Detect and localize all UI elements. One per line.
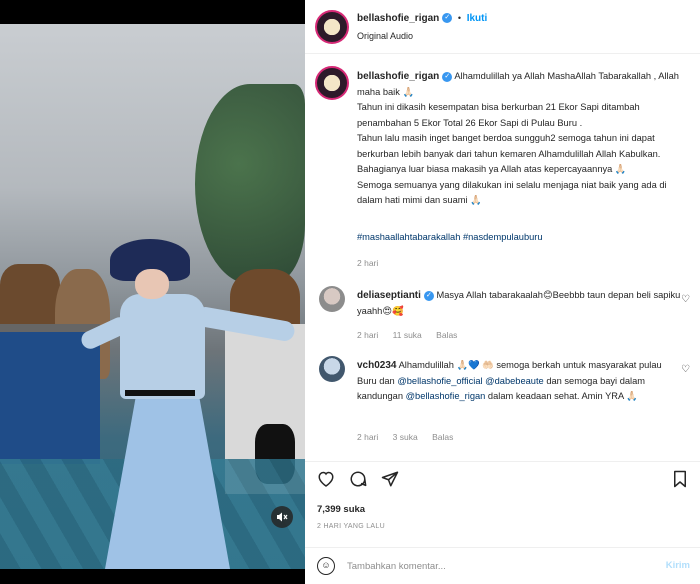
verified-badge-icon: ✓ <box>423 290 434 301</box>
post-actions: 7,399 suka 2 HARI YANG LALU <box>305 461 700 541</box>
commenter-avatar[interactable] <box>319 356 345 382</box>
comment-time[interactable]: 2 hari <box>357 330 378 340</box>
caption-username[interactable]: bellashofie_rigan <box>357 71 439 82</box>
comments-list[interactable]: bellashofie_rigan ✓ Alhamdulillah ya Alla… <box>305 54 700 461</box>
emoji-smiley-icon[interactable]: ☺ <box>317 557 335 575</box>
author-username[interactable]: bellashofie_rigan <box>357 13 439 24</box>
video-frame[interactable] <box>0 24 305 569</box>
like-heart-icon[interactable] <box>317 470 335 492</box>
caption-avatar[interactable] <box>315 66 349 100</box>
comment-input[interactable] <box>347 556 647 576</box>
original-audio-link[interactable]: Original Audio <box>357 31 413 41</box>
comment-likes[interactable]: 3 suka <box>393 432 418 442</box>
comment-likes[interactable]: 11 suka <box>393 330 422 340</box>
send-comment-button[interactable]: Kirim <box>666 560 690 571</box>
verified-badge-icon: ✓ <box>442 71 453 82</box>
header-user-row: bellashofie_rigan ✓ • Ikuti <box>357 13 487 24</box>
commenter-avatar[interactable] <box>319 286 345 312</box>
comment-body-c: dalam keadaan sehat. Amin YRA 🙏🏻 <box>485 391 638 401</box>
comment-reply-button[interactable]: Balas <box>436 330 457 340</box>
speaker-muted-icon[interactable] <box>271 506 293 528</box>
person-face-graphic <box>135 269 169 299</box>
share-paper-plane-icon[interactable] <box>381 470 399 493</box>
header-separator: • <box>457 13 462 23</box>
comment-like-heart-icon[interactable]: ♡ <box>681 294 690 305</box>
comment-username[interactable]: deliaseptianti <box>357 290 421 301</box>
post-header: bellashofie_rigan ✓ • Ikuti Original Audi… <box>305 0 700 54</box>
mention-link[interactable]: @bellashofie_official <box>397 376 482 386</box>
caption-body: Alhamdulillah ya Allah MashaAllah Tabara… <box>357 71 679 205</box>
comment-meta: 2 hari 3 suka Balas <box>357 432 465 442</box>
person-top-graphic <box>120 294 205 399</box>
post-side-panel: bellashofie_rigan ✓ • Ikuti Original Audi… <box>305 0 700 584</box>
follow-button[interactable]: Ikuti <box>467 13 488 24</box>
author-avatar[interactable] <box>315 10 349 44</box>
person-belt-graphic <box>125 390 195 396</box>
likes-count[interactable]: 7,399 suka <box>317 504 365 515</box>
comment-bubble-icon[interactable] <box>349 470 367 493</box>
caption-hashtags[interactable]: #mashaallahtabarakallah #nasdempulauburu <box>357 230 682 246</box>
comment-text: vch0234 Alhamdulillah 🙏🏻💙 🤲🏻 semoga berk… <box>357 358 682 405</box>
person-dress-graphic <box>105 394 230 569</box>
verified-badge-icon: ✓ <box>442 13 453 24</box>
caption-time[interactable]: 2 hari <box>357 258 378 268</box>
post-video[interactable] <box>0 0 305 584</box>
tree-graphic <box>195 84 305 284</box>
comment-reply-button[interactable]: Balas <box>432 432 453 442</box>
caption-meta: 2 hari <box>357 258 390 268</box>
save-bookmark-icon[interactable] <box>672 470 688 493</box>
comment-username[interactable]: vch0234 <box>357 360 396 371</box>
mention-link[interactable]: @bellashofie_rigan <box>406 391 486 401</box>
comment-time[interactable]: 2 hari <box>357 432 378 442</box>
post-date[interactable]: 2 HARI YANG LALU <box>317 523 385 530</box>
caption-text: bellashofie_rigan ✓ Alhamdulillah ya Alla… <box>357 69 682 209</box>
mention-link[interactable]: @dabebeaute <box>485 376 544 386</box>
comment-meta: 2 hari 11 suka Balas <box>357 330 469 340</box>
comment-like-heart-icon[interactable]: ♡ <box>681 364 690 375</box>
comment-composer: ☺ Kirim <box>305 547 700 584</box>
comment-text: deliaseptianti ✓ Masya Allah tabarakaalah… <box>357 288 682 319</box>
